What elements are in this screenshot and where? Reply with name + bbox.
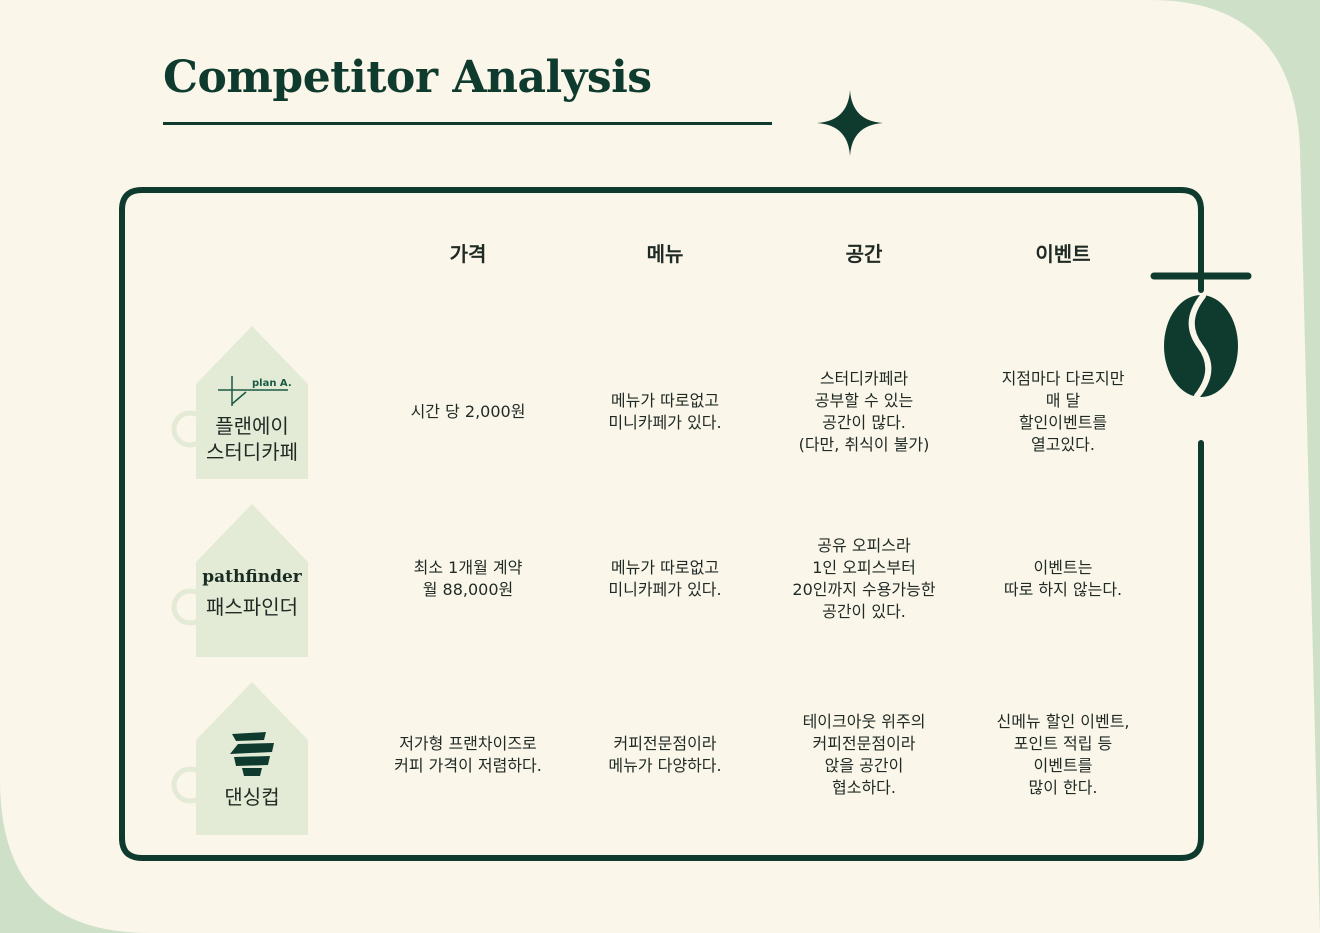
column-header-event: 이벤트 bbox=[1035, 242, 1091, 266]
cell-space: 테이크아웃 위주의 커피전문점이라 앉을 공간이 협소하다. bbox=[802, 712, 926, 797]
column-header-price: 가격 bbox=[449, 242, 487, 266]
competitor-tag-pathfinder: pathfinder 패스파인더 bbox=[168, 502, 308, 657]
sparkle-icon bbox=[817, 90, 883, 156]
competitor-name: 플랜에이 스터디카페 bbox=[206, 414, 298, 464]
competitor-name: 댄싱컵 bbox=[224, 785, 280, 809]
cell-event: 지점마다 다르지만 매 달 할인이벤트를 열고있다. bbox=[1001, 369, 1125, 454]
cell-event: 신메뉴 할인 이벤트, 포인트 적립 등 이벤트를 많이 한다. bbox=[996, 712, 1130, 797]
plan-a-logo-text: plan A. bbox=[252, 378, 292, 389]
competitor-name: 패스파인더 bbox=[206, 595, 298, 619]
dancing-cup-logo-icon bbox=[230, 732, 274, 776]
cell-menu: 메뉴가 따로없고 미니카페가 있다. bbox=[608, 391, 722, 432]
cell-price: 저가형 프랜차이즈로 커피 가격이 저렴하다. bbox=[394, 734, 542, 775]
competitor-tag-plan-a: plan A. 플랜에이 스터디카페 bbox=[168, 324, 308, 479]
cell-space: 공유 오피스라 1인 오피스부터 20인까지 수용가능한 공간이 있다. bbox=[792, 536, 936, 621]
cell-space: 스터디카페라 공부할 수 있는 공간이 많다. (다만, 취식이 불가) bbox=[798, 369, 930, 454]
cell-menu: 커피전문점이라 메뉴가 다양하다. bbox=[608, 734, 722, 775]
column-header-menu: 메뉴 bbox=[646, 242, 684, 266]
cell-price: 시간 당 2,000원 bbox=[410, 402, 526, 421]
cell-menu: 메뉴가 따로없고 미니카페가 있다. bbox=[608, 558, 722, 599]
pathfinder-logo-text: pathfinder bbox=[202, 567, 302, 587]
coffee-bean-icon bbox=[1150, 272, 1252, 399]
cell-event: 이벤트는 따로 하지 않는다. bbox=[1003, 558, 1123, 599]
competitor-tag-dancing-cup: 댄싱컵 bbox=[168, 680, 308, 835]
cell-price: 최소 1개월 계약 월 88,000원 bbox=[413, 558, 523, 599]
page-title: Competitor Analysis bbox=[163, 52, 652, 103]
column-header-space: 공간 bbox=[845, 242, 883, 266]
title-underline bbox=[163, 122, 772, 125]
